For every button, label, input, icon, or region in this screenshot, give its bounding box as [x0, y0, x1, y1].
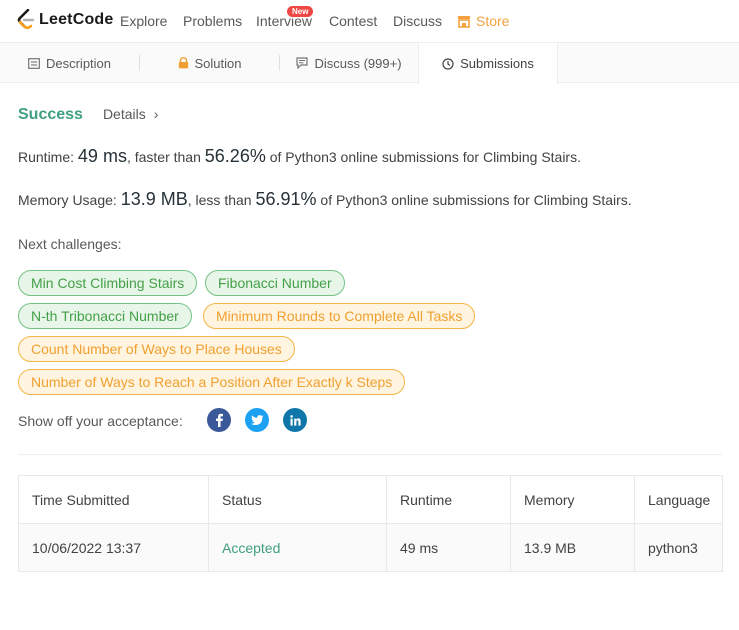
problem-tabs: Description Solution Discuss (999+) Subm… [0, 42, 739, 84]
details-link[interactable]: Details [103, 106, 146, 122]
nav-contest[interactable]: Contest [329, 13, 377, 29]
challenge-chip[interactable]: Min Cost Climbing Stairs [18, 270, 198, 296]
challenge-chip[interactable]: Count Number of Ways to Place Houses [18, 336, 295, 362]
challenge-chip[interactable]: Fibonacci Number [205, 270, 345, 296]
leetcode-logo-icon [17, 9, 35, 30]
lock-icon [178, 57, 188, 69]
twitter-share-button[interactable] [245, 408, 269, 432]
tab-discuss[interactable]: Discuss (999+) [280, 43, 418, 83]
nav-problems[interactable]: Problems [183, 13, 242, 29]
runtime-percent: 56.26% [204, 146, 266, 166]
clock-icon [442, 57, 454, 70]
cell-status-link[interactable]: Accepted [208, 523, 387, 572]
nav-store[interactable]: Store [457, 13, 509, 29]
column-header: Language [634, 475, 723, 524]
cell-time-submitted: 10/06/2022 13:37 [18, 523, 209, 572]
challenge-chip[interactable]: Minimum Rounds to Complete All Tasks [203, 303, 476, 329]
cell-language: python3 [634, 523, 723, 572]
challenge-chip[interactable]: Number of Ways to Reach a Position After… [18, 369, 406, 395]
chat-icon [296, 57, 309, 69]
top-navbar: LeetCode Explore Problems Interview New … [0, 0, 739, 42]
tab-submissions-label: Submissions [460, 56, 534, 71]
column-header: Status [208, 475, 387, 524]
memory-label: Memory Usage: [18, 192, 117, 208]
linkedin-icon [289, 414, 301, 426]
twitter-icon [250, 414, 263, 425]
runtime-label: Runtime: [18, 149, 75, 165]
share-label: Show off your acceptance: [18, 413, 183, 429]
runtime-value: 49 ms [77, 146, 127, 166]
tab-solution[interactable]: Solution [140, 43, 279, 83]
facebook-icon [216, 413, 223, 427]
memory-value: 13.9 MB [120, 189, 188, 209]
section-divider [18, 454, 722, 455]
description-icon [28, 57, 40, 69]
cell-runtime: 49 ms [386, 523, 511, 572]
submission-status: Success Details › [18, 106, 158, 124]
memory-suffix: of Python3 online submissions for Climbi… [320, 192, 632, 208]
column-header: Memory [510, 475, 635, 524]
store-label: Store [476, 13, 510, 29]
memory-percent: 56.91% [255, 189, 317, 209]
challenge-chip[interactable]: N-th Tribonacci Number [18, 303, 192, 329]
tab-description-label: Description [45, 55, 112, 71]
tab-solution-label: Solution [194, 55, 242, 71]
tab-description[interactable]: Description [0, 43, 139, 83]
table-row[interactable]: 10/06/2022 13:37 Accepted 49 ms 13.9 MB … [18, 523, 723, 572]
nav-explore[interactable]: Explore [120, 13, 167, 29]
facebook-share-button[interactable] [207, 408, 231, 432]
column-header: Time Submitted [18, 475, 209, 524]
table-header-row: Time Submitted Status Runtime Memory Lan… [18, 475, 723, 524]
memory-line: Memory Usage: 13.9 MB, less than 56.91% … [18, 189, 632, 210]
linkedin-share-button[interactable] [283, 408, 307, 432]
logo-text: LeetCode [39, 11, 114, 28]
logo[interactable]: LeetCode [17, 9, 114, 31]
cell-memory: 13.9 MB [510, 523, 635, 572]
chevron-right-icon[interactable]: › [154, 106, 159, 122]
store-icon [458, 15, 470, 28]
runtime-line: Runtime: 49 ms, faster than 56.26% of Py… [18, 146, 581, 167]
new-badge: New [287, 6, 314, 17]
submissions-table: Time Submitted Status Runtime Memory Lan… [18, 475, 723, 572]
column-header: Runtime [386, 475, 511, 524]
tab-submissions[interactable]: Submissions [418, 43, 558, 84]
runtime-comparison: , faster than [126, 149, 201, 165]
memory-comparison: , less than [187, 192, 252, 208]
tab-discuss-label: Discuss (999+) [314, 55, 402, 71]
runtime-suffix: of Python3 online submissions for Climbi… [269, 149, 581, 165]
next-challenges-label: Next challenges: [18, 236, 122, 252]
success-status: Success [18, 106, 83, 123]
nav-discuss[interactable]: Discuss [393, 13, 442, 29]
